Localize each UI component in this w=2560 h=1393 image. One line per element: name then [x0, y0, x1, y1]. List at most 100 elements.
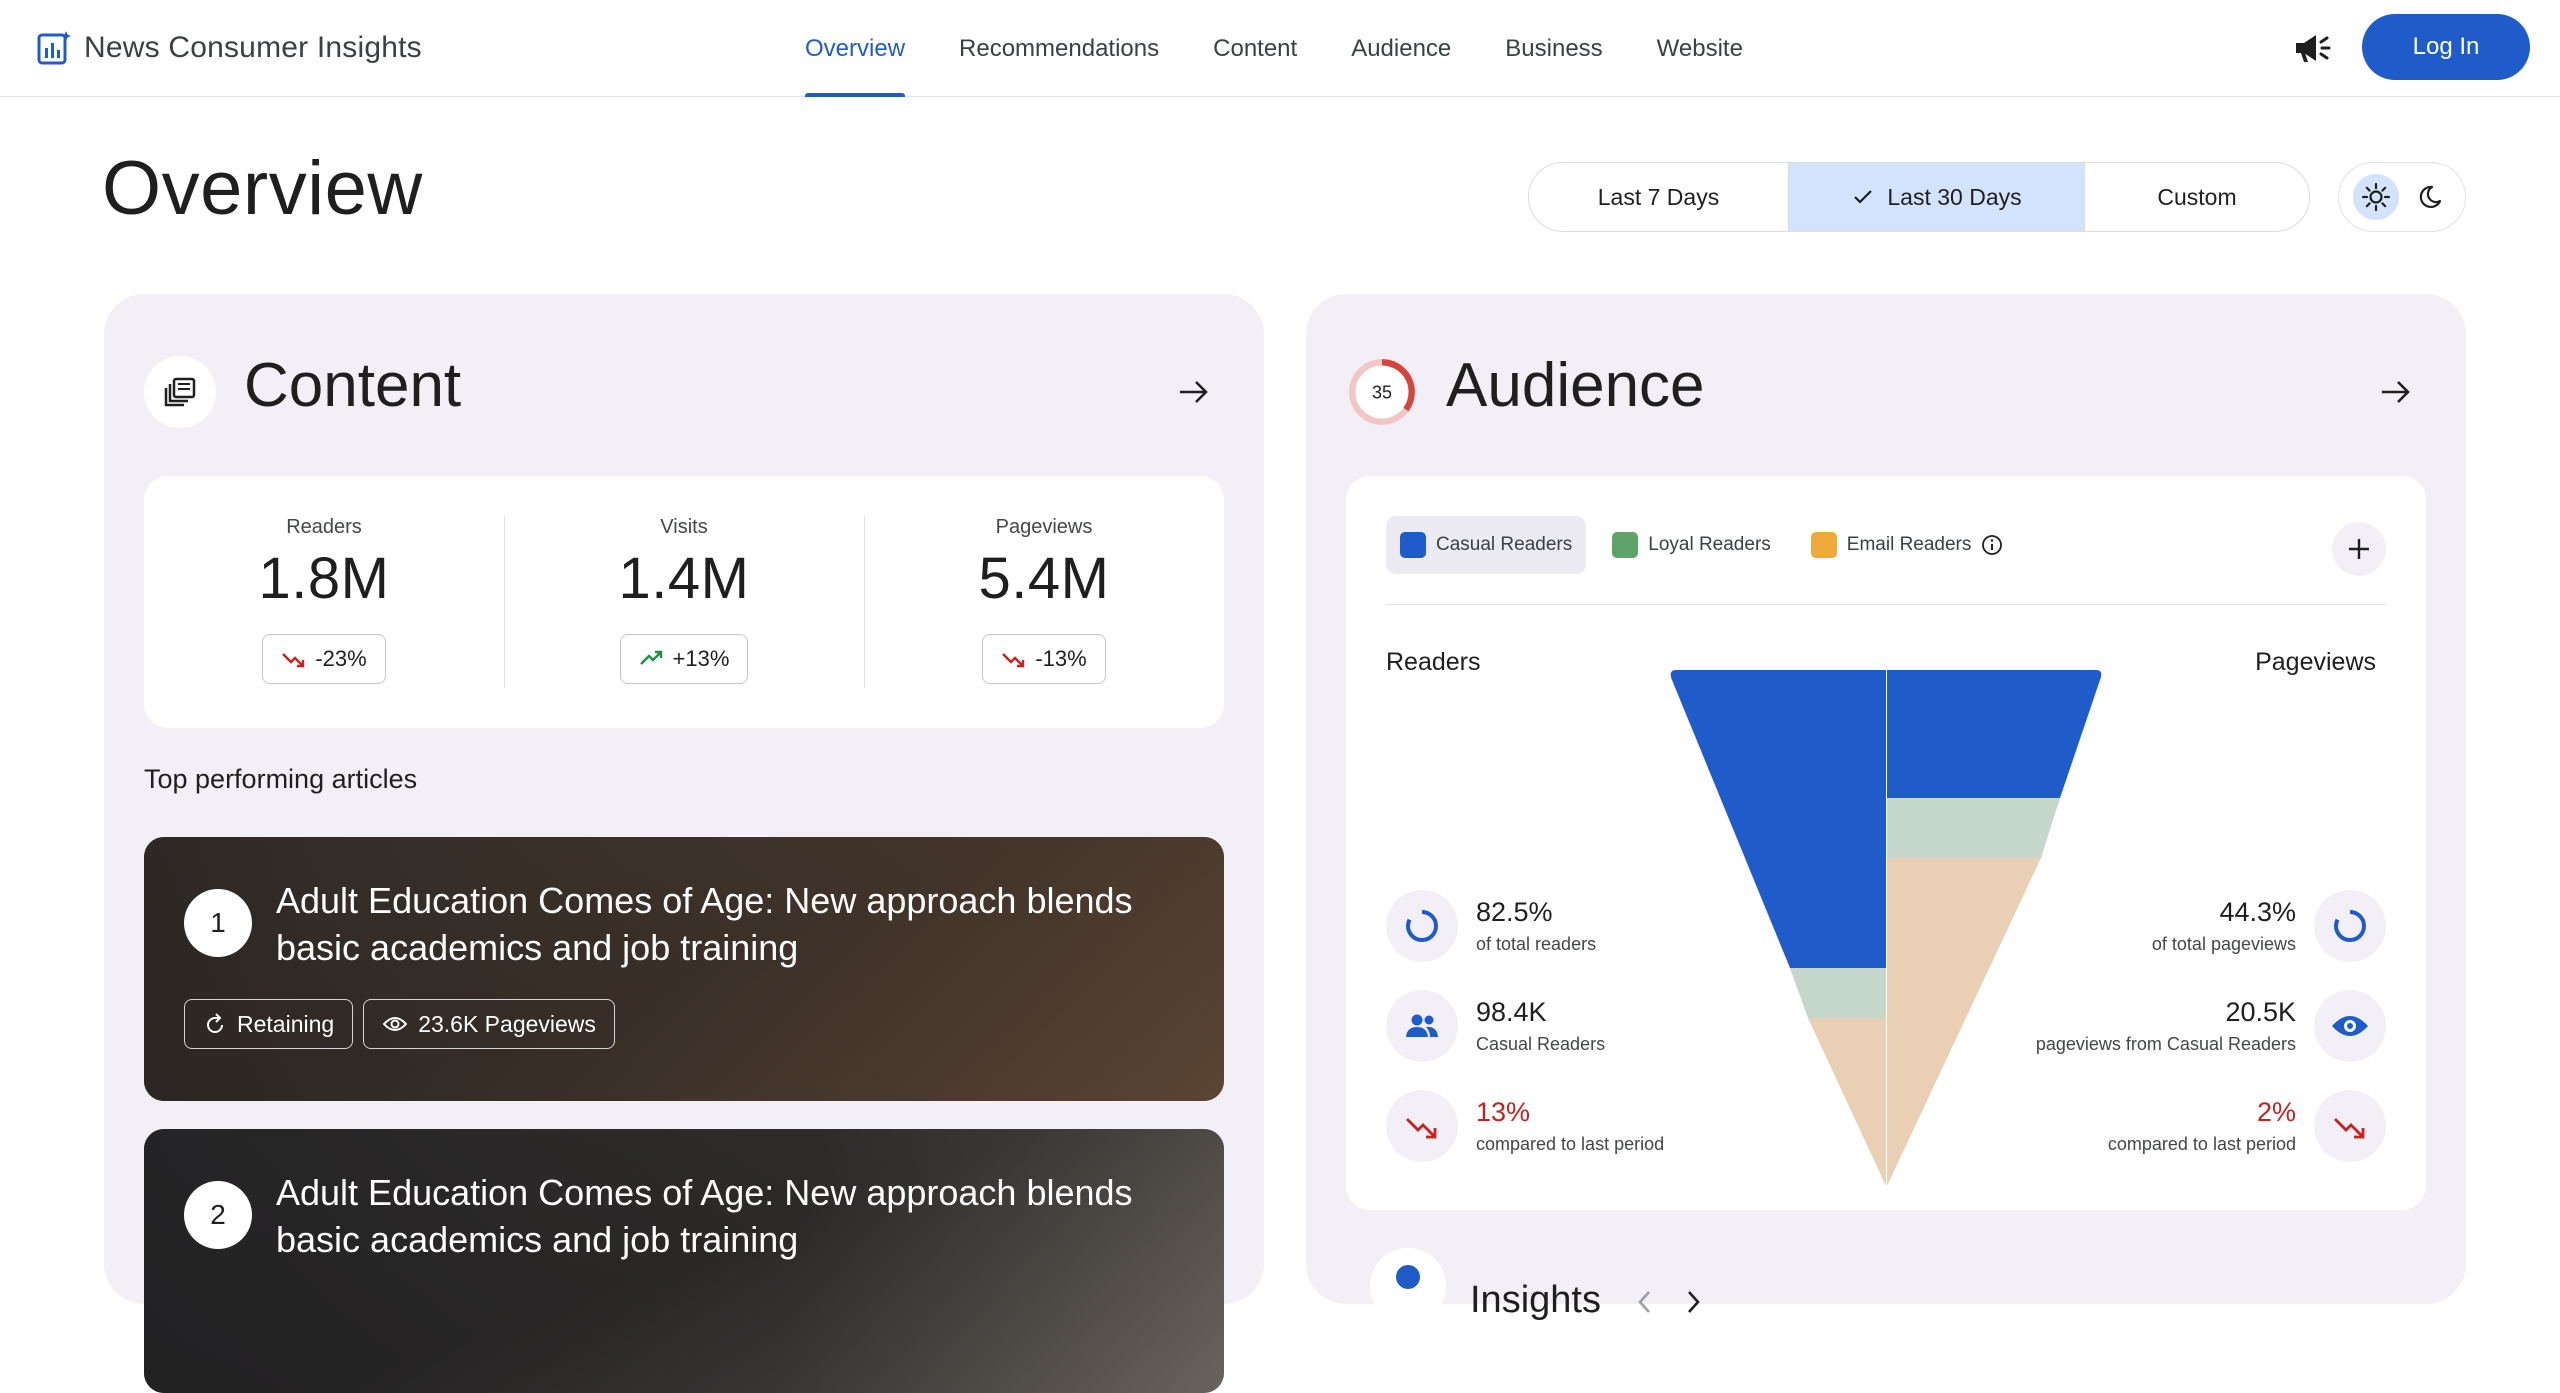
funnel-readers-casual: [1670, 670, 1886, 968]
article-title[interactable]: Adult Education Comes of Age: New approa…: [276, 877, 1196, 971]
content-stats-card: Readers 1.8M -23% Visits 1.4M +13% Pagev…: [144, 476, 1224, 728]
chevron-left-icon[interactable]: [1635, 1288, 1655, 1316]
stat-change: -23%: [315, 646, 367, 671]
audience-panel: 35 Audience Casual Readers Loyal Readers…: [1306, 294, 2466, 1324]
metric-pageviews-change: 2% compared to last period: [2108, 1088, 2386, 1164]
legend-label: Casual Readers: [1436, 534, 1573, 555]
metric-icon-circle: [1386, 990, 1458, 1062]
nav-business[interactable]: Business: [1505, 0, 1602, 97]
content-panel: Content Readers 1.8M -23% Visits 1.4M +1…: [104, 294, 1264, 1393]
brand[interactable]: News Consumer Insights: [36, 28, 422, 68]
stat-change-badge: -13%: [982, 634, 1106, 684]
metric-sub: Casual Readers: [1476, 1034, 1606, 1054]
legend-casual-readers[interactable]: Casual Readers: [1386, 516, 1587, 574]
audience-card: Casual Readers Loyal Readers Email Reade…: [1346, 476, 2426, 1210]
stat-value: 1.8M: [258, 546, 390, 611]
tag-label: 23.6K Pageviews: [418, 1010, 596, 1037]
funnel-pageviews-casual: [1887, 670, 2102, 798]
nav-overview[interactable]: Overview: [805, 0, 906, 97]
theme-toggle: [2338, 162, 2466, 232]
plus-icon: [2349, 539, 2369, 559]
nav-website[interactable]: Website: [1657, 0, 1743, 97]
range-label: Last 30 Days: [1887, 183, 2022, 210]
metric-value: 82.5%: [1476, 897, 1553, 927]
metric-icon-circle: [1386, 1090, 1458, 1162]
funnel-pageviews-loyal: [1887, 798, 2060, 858]
chevron-right-icon[interactable]: [1683, 1288, 1703, 1316]
nav-content[interactable]: Content: [1213, 0, 1297, 97]
legend-swatch: [1612, 532, 1639, 558]
metric-value: 2%: [2256, 1097, 2296, 1127]
audience-funnel-chart: [1670, 670, 2102, 1186]
top-bar: News Consumer Insights Overview Recommen…: [0, 0, 2560, 97]
legend-swatch: [1400, 532, 1426, 558]
dark-mode-button[interactable]: [2406, 174, 2452, 220]
legend-swatch: [1810, 532, 1837, 558]
content-icon-circle: [144, 356, 216, 428]
article-title[interactable]: Adult Education Comes of Age: New approa…: [276, 1169, 1196, 1263]
legend-label: Loyal Readers: [1648, 534, 1771, 555]
stat-label: Visits: [660, 516, 708, 538]
eye-icon: [2332, 1016, 2368, 1036]
add-segment-button[interactable]: [2332, 522, 2386, 576]
trending-down-icon: [1406, 1118, 1437, 1139]
funnel-readers-loyal: [1790, 968, 1886, 1018]
metric-pageviews-share: 44.3% of total pageviews: [2152, 888, 2386, 964]
divider: [1386, 604, 2386, 605]
content-title: Content: [244, 351, 462, 420]
stat-value: 1.4M: [618, 546, 750, 611]
article-rank: 2: [184, 1181, 252, 1249]
stat-change-badge: +13%: [619, 634, 749, 684]
metric-readers-change: 13% compared to last period: [1386, 1088, 1664, 1164]
range-last-30-days[interactable]: Last 30 Days: [1789, 163, 2085, 231]
check-icon: [1854, 190, 1873, 204]
people-icon: [1406, 1014, 1438, 1037]
metric-readers-share: 82.5% of total readers: [1386, 888, 1596, 964]
metric-sub: of total readers: [1476, 934, 1597, 954]
legend-email-readers[interactable]: Email Readers: [1797, 516, 2018, 574]
trending-down-icon: [1002, 653, 1025, 668]
article-tags: Retaining 23.6K Pageviews: [184, 999, 615, 1049]
stat-change: -13%: [1035, 646, 1087, 671]
article-card-2[interactable]: 2 Adult Education Comes of Age: New appr…: [144, 1129, 1224, 1393]
stat-label: Readers: [286, 516, 362, 538]
info-icon[interactable]: [1981, 534, 2003, 556]
insights-icon-circle: [1370, 1248, 1446, 1324]
insights-section: Insights: [1370, 1248, 1703, 1324]
stat-change-badge: -23%: [262, 634, 386, 684]
legend-loyal-readers[interactable]: Loyal Readers: [1598, 516, 1785, 574]
stat-value: 5.4M: [978, 546, 1110, 611]
audience-title: Audience: [1446, 351, 1705, 420]
nav-audience[interactable]: Audience: [1351, 0, 1451, 97]
stat-visits: Visits 1.4M +13%: [504, 476, 864, 728]
arrow-right-icon[interactable]: [1172, 370, 1216, 414]
audience-score: 35: [1372, 382, 1392, 402]
sun-icon: [2361, 182, 2390, 212]
nav-recommendations[interactable]: Recommendations: [959, 0, 1159, 97]
segment-legend: Casual Readers Loyal Readers Email Reade…: [1386, 516, 2017, 574]
article-card-1[interactable]: 1 Adult Education Comes of Age: New appr…: [144, 837, 1224, 1101]
stat-label: Pageviews: [995, 516, 1093, 538]
analytics-logo-icon: [37, 31, 71, 65]
score-ring-icon: 35: [1349, 359, 1415, 425]
readers-heading: Readers: [1386, 648, 1481, 676]
legend-label: Email Readers: [1846, 534, 1972, 555]
pageviews-heading: Pageviews: [2255, 648, 2376, 676]
date-range-selector: Last 7 Days Last 30 Days Custom: [1528, 162, 2310, 232]
login-button[interactable]: Log In: [2362, 14, 2530, 80]
range-custom[interactable]: Custom: [2085, 163, 2309, 231]
audience-score-ring: 35: [1346, 356, 1418, 428]
arrow-right-icon[interactable]: [2374, 370, 2418, 414]
top-articles-heading: Top performing articles: [144, 764, 418, 794]
tag-label: Retaining: [237, 1010, 335, 1037]
eye-icon: [382, 1017, 408, 1031]
donut-icon: [2334, 910, 2366, 942]
main-nav: Overview Recommendations Content Audienc…: [805, 0, 1797, 97]
light-mode-button[interactable]: [2352, 174, 2399, 220]
range-last-7-days[interactable]: Last 7 Days: [1529, 163, 1789, 231]
megaphone-icon[interactable]: [2290, 26, 2334, 70]
metric-sub: compared to last period: [2107, 1134, 2296, 1154]
range-label: Custom: [2157, 183, 2237, 210]
metric-icon-circle: [2314, 990, 2386, 1062]
moon-icon: [2419, 185, 2441, 208]
